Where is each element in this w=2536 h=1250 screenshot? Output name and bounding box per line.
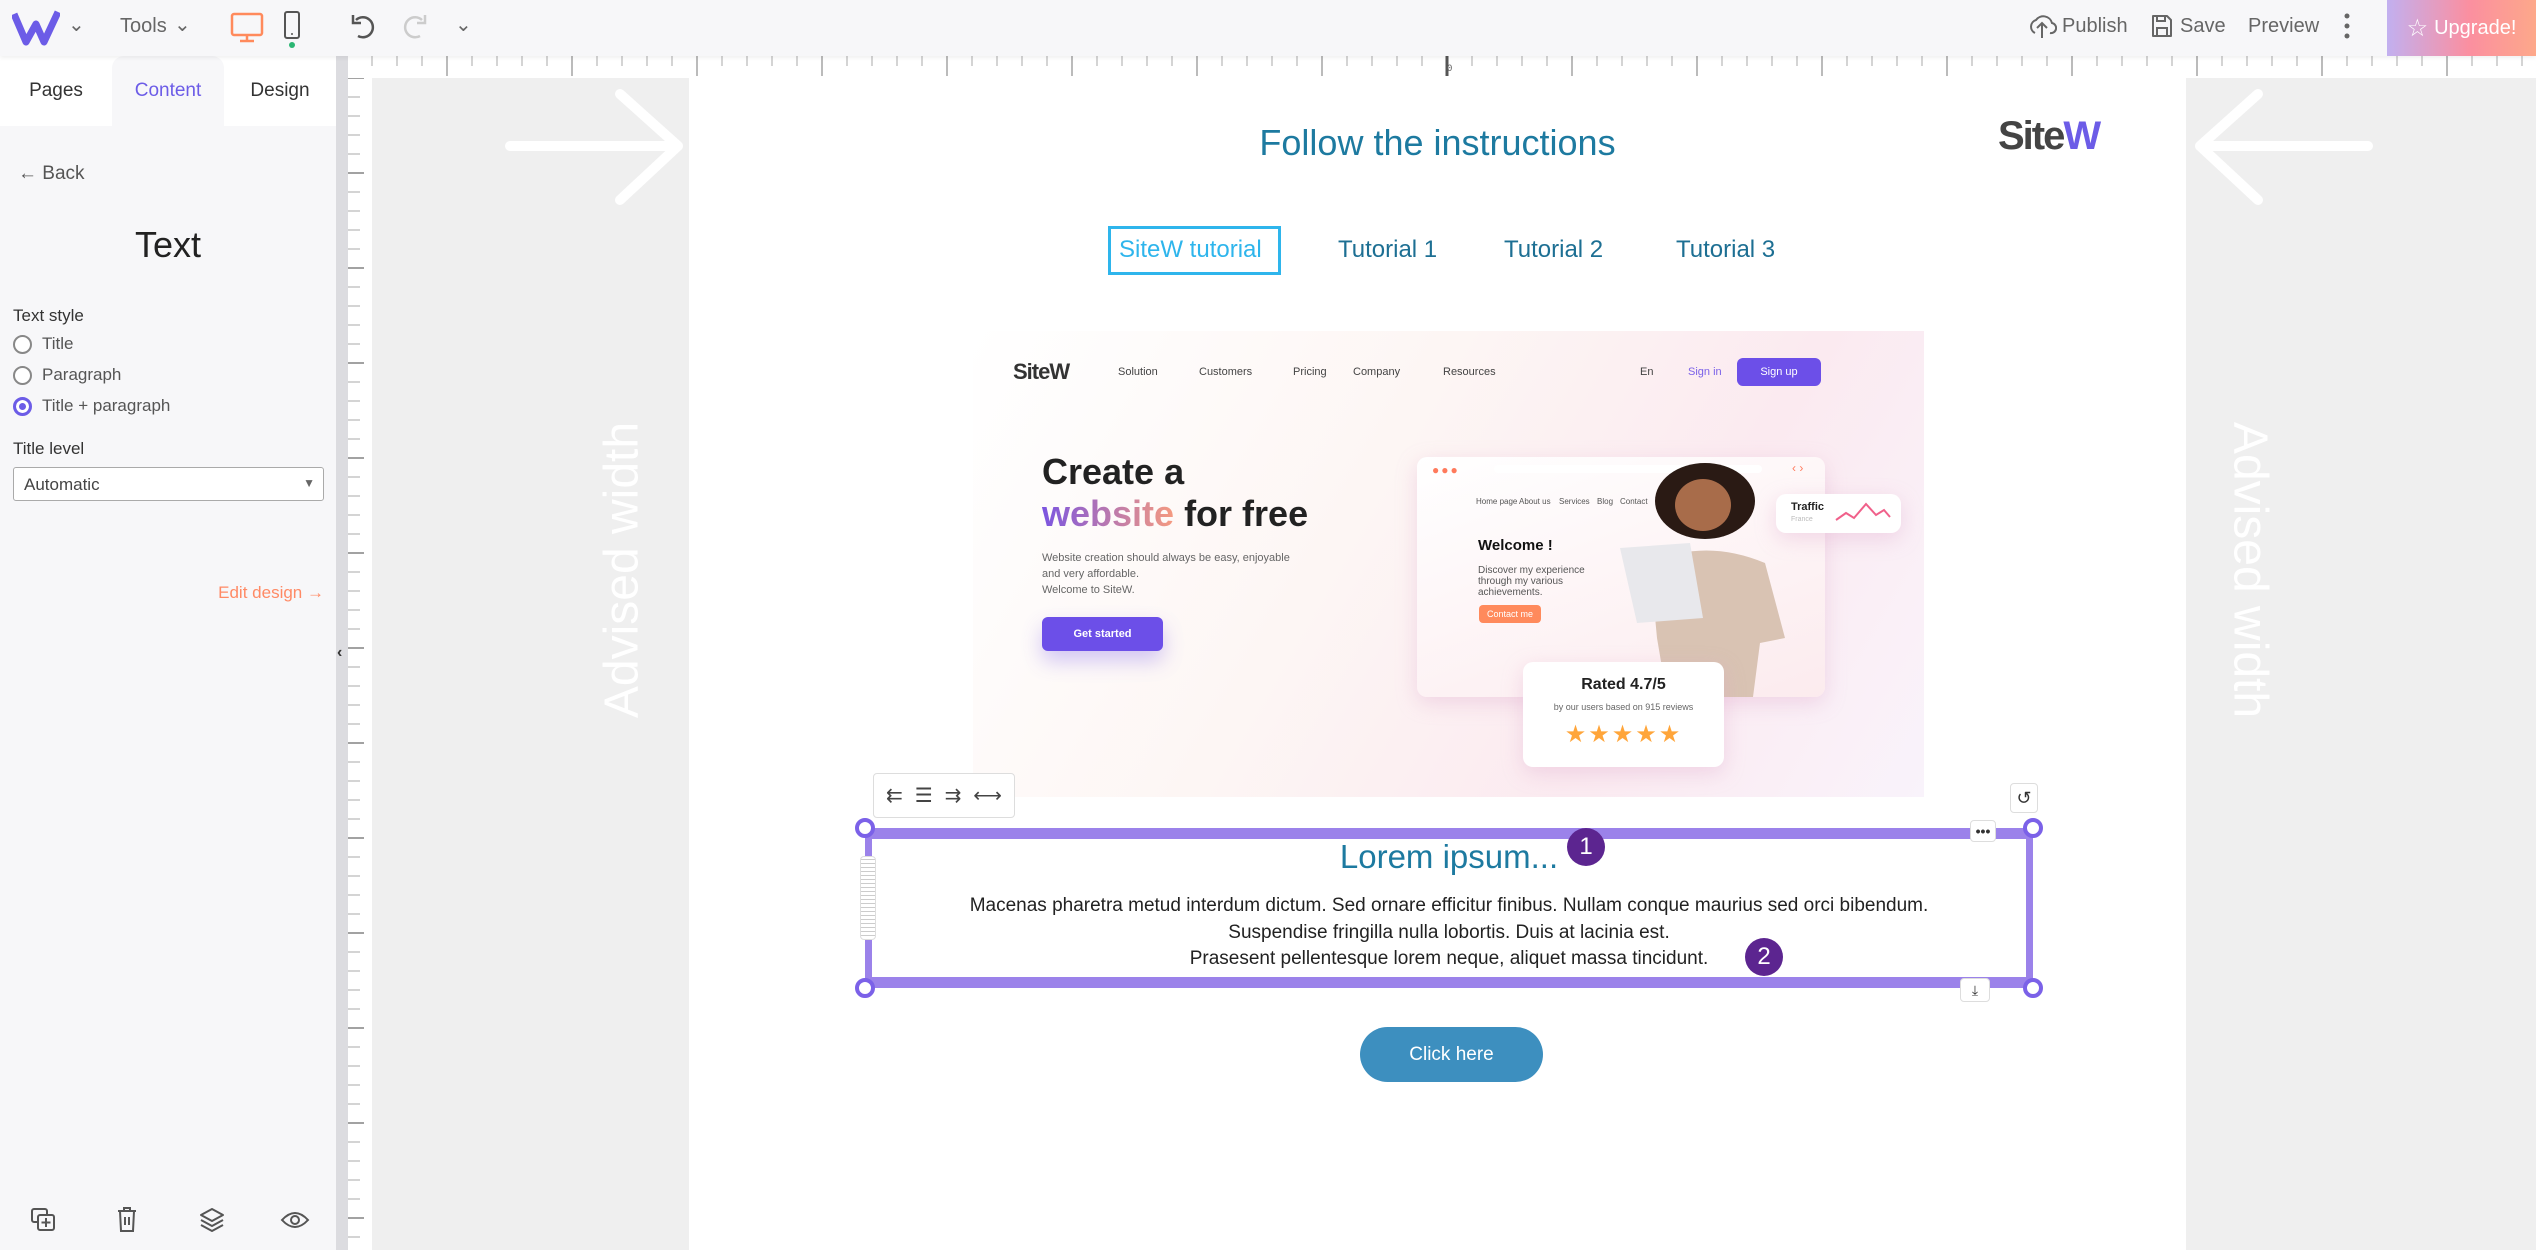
hero-image[interactable]: SiteW Solution Customers Pricing Company… [973,331,1924,797]
history-chevron-icon[interactable]: ⌄ [455,12,472,37]
radio-label: Title + paragraph [42,396,171,415]
hero-nav-item: Customers [1199,366,1253,378]
panel-tabs: Pages Content Design [0,56,336,126]
collapse-chevron-icon[interactable]: ‹ [337,644,342,662]
hero-signin: Sign in [1688,366,1722,378]
upgrade-label: Upgrade! [2434,16,2517,39]
paragraph-line[interactable]: Suspendise fringilla nulla lobortis. Dui… [865,922,2033,944]
tab-tutorial-3[interactable]: Tutorial 3 [1676,236,1775,264]
star-icon: ☆ [2406,14,2429,42]
sitew-logo-icon[interactable] [12,10,60,46]
reset-rotate-icon[interactable]: ↺ [2010,783,2038,813]
hero-logo: SiteW [1013,359,1070,384]
insert-below-icon[interactable]: ⤓ [1960,978,1990,1002]
radio-paragraph[interactable]: Paragraph [13,365,121,385]
hero-traffic-card: Traffic France [1776,494,1901,533]
publish-button[interactable]: Publish [2062,15,2128,38]
tab-pages[interactable]: Pages [0,56,112,126]
rating-stars: ★★★★★ [1564,721,1683,748]
radio-title[interactable]: Title [13,334,74,354]
radio-label: Title [42,334,74,353]
radio-title-paragraph[interactable]: Title + paragraph [13,396,170,416]
panel-resize-bar[interactable]: ‹ [336,56,348,1250]
radio-button[interactable] [13,334,32,354]
layers-icon[interactable] [199,1206,225,1234]
save-button[interactable]: Save [2180,15,2226,38]
radio-button[interactable] [13,365,32,385]
text-style-label: Text style [13,306,84,325]
paragraph-line[interactable]: Macenas pharetra metud interdum dictum. … [865,895,2033,917]
redo-icon[interactable] [400,12,428,42]
step-badge-1: 1 [1567,828,1605,866]
paragraph-line[interactable]: Prasesent pellentesque lorem neque, aliq… [865,948,2033,970]
tab-design[interactable]: Design [224,56,336,126]
hero-headline: Create a website for free [1042,451,1309,534]
chevron-down-icon[interactable]: ⌄ [174,12,191,37]
tab-tutorial-1[interactable]: Tutorial 1 [1338,236,1437,264]
text-block-title[interactable]: Lorem ipsum... [865,838,2033,876]
step-badge-2: 2 [1745,938,1783,976]
click-here-button[interactable]: Click here [1360,1027,1543,1082]
arrow-right-icon [505,89,683,205]
tab-tutorial-2[interactable]: Tutorial 2 [1504,236,1603,264]
hero-nav-item: Company [1353,366,1401,378]
select-value: Automatic [24,475,100,494]
hero-nav-item: Pricing [1293,366,1327,378]
advised-width-right: Advised width [2223,421,2277,719]
align-right-icon[interactable]: ⇉ [945,783,962,808]
title-level-label: Title level [13,439,85,458]
arrow-left-icon: ← [18,163,37,184]
tab-label[interactable]: SiteW tutorial [1119,236,1262,264]
desktop-icon[interactable] [230,12,264,44]
ruler-zero-label: 0 [1447,64,1453,74]
edit-design-link[interactable]: Edit design → [218,583,324,603]
cloud-upload-icon[interactable] [2027,13,2057,39]
advised-width-left: Advised width [595,421,649,719]
hero-rating-card: Rated 4.7/5 by our users based on 915 re… [1523,662,1724,767]
edit-design-label: Edit design [218,583,303,602]
align-left-icon[interactable]: ⇇ [886,783,903,808]
vertical-ruler [348,56,372,1250]
radio-button-selected[interactable] [13,396,32,416]
resize-handle-top-left[interactable] [855,818,875,838]
side-panel: Pages Content Design ← Back Text Text st… [0,56,336,1250]
tab-content[interactable]: Content [112,56,224,126]
mobile-icon[interactable] [283,10,301,50]
more-vertical-icon[interactable] [2342,12,2352,42]
hero-nav-item: Resources [1443,366,1496,378]
align-center-icon[interactable]: ☰ [915,783,933,808]
chevron-down-icon[interactable]: ⌄ [68,12,85,37]
arrow-right-icon: → [307,583,324,602]
hero-sub: Website creation should always be easy, … [1042,552,1290,596]
undo-icon[interactable] [350,12,378,42]
caret-down-icon: ▼ [303,476,315,490]
upgrade-button[interactable]: ☆ Upgrade! [2387,0,2536,56]
hero-signup: Sign up [1737,358,1821,386]
radio-label: Paragraph [42,365,122,384]
arrow-left-icon [2195,89,2373,205]
page-title[interactable]: Follow the instructions [689,122,2186,164]
trash-icon[interactable] [116,1206,138,1234]
full-width-icon[interactable]: ⟷ [973,783,1002,808]
back-button[interactable]: ← Back [18,163,85,185]
resize-handle-bottom-right[interactable] [2023,978,2043,998]
panel-heading: Text [134,224,202,265]
duplicate-icon[interactable] [30,1207,56,1233]
sitew-logo[interactable]: SiteW [1998,114,2101,159]
eye-icon[interactable] [280,1210,310,1230]
save-icon[interactable] [2150,13,2174,39]
text-toolbar: ⇇ ☰ ⇉ ⟷ [873,773,1015,818]
hero-nav-item: Solution [1118,366,1158,378]
preview-button[interactable]: Preview [2248,15,2319,38]
resize-handle-top-right[interactable] [2023,818,2043,838]
hero-lang: En [1640,366,1654,378]
top-bar: ⌄ Tools ⌄ ⌄ Publish Save Preview ☆ Upgrad… [0,0,2536,56]
hero-cta: Get started [1042,617,1163,651]
horizontal-ruler [348,56,2536,78]
tools-menu[interactable]: Tools [120,15,167,38]
back-label: Back [42,163,85,184]
resize-handle-bottom-left[interactable] [855,978,875,998]
title-level-select[interactable]: Automatic ▼ [13,467,324,501]
